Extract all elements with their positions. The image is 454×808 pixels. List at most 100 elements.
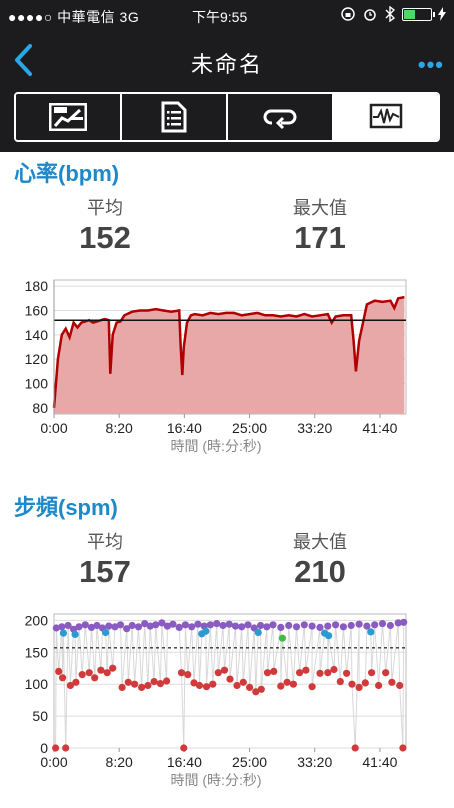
cadence-point-red — [180, 744, 188, 752]
cadence-point-purple — [277, 623, 285, 631]
cadence-point-red — [150, 678, 158, 686]
cadence-point-purple — [231, 622, 240, 630]
cadence-point-blue — [59, 629, 67, 637]
cadence-point-purple — [238, 623, 246, 631]
y-tick-label: 100 — [25, 376, 49, 392]
cadence-point-purple — [378, 620, 387, 628]
cadence-point-red — [270, 667, 278, 675]
cadence-point-purple — [105, 622, 113, 630]
cadence-point-red — [62, 744, 70, 752]
x-tick-label: 25:00 — [232, 754, 267, 770]
bluetooth-icon — [385, 6, 396, 22]
cadence-point-red — [396, 681, 404, 690]
cadence-point-red — [348, 680, 356, 688]
y-tick-label: 200 — [25, 612, 49, 628]
cadence-max: 最大值 210 — [275, 528, 365, 590]
cadence-point-red — [118, 683, 126, 691]
x-tick-label: 25:00 — [232, 420, 267, 436]
cadence-point-purple — [128, 621, 136, 630]
cadence-point-red — [97, 666, 105, 674]
heart-rate-chart: 80 100 120 140 160 180 0:00 8:20 16:40 25:00 33:20… — [0, 272, 454, 468]
cadence-point-red — [302, 666, 310, 674]
heart-rate-average-value: 152 — [79, 220, 131, 255]
cadence-point-red — [52, 744, 60, 752]
cadence-point-purple — [81, 621, 89, 629]
document-list-icon — [161, 101, 187, 133]
y-tick-label: 50 — [32, 708, 48, 724]
alarm-icon — [364, 9, 376, 21]
cadence-point-red — [109, 664, 117, 672]
tab-graphs[interactable] — [334, 94, 438, 140]
cadence-max-value: 210 — [294, 554, 346, 589]
cadence-point-purple — [152, 621, 160, 629]
cadence-point-red — [156, 680, 164, 688]
heart-rate-max: 最大值 171 — [275, 194, 365, 256]
cadence-point-red — [296, 669, 304, 677]
cadence-average-value: 157 — [79, 554, 131, 589]
view-tab-strip — [0, 90, 454, 152]
cadence-point-red — [78, 671, 86, 679]
heart-rate-chart-svg: 80 100 120 140 160 180 0:00 8:20 16:40 25:00 33:20… — [25, 278, 407, 454]
y-tick-label: 80 — [32, 400, 48, 416]
cadence-point-purple — [134, 623, 143, 631]
cadence-point-red — [246, 683, 254, 691]
x-tick-label: 16:40 — [167, 420, 202, 436]
cadence-point-red — [55, 667, 63, 675]
orientation-lock-icon — [341, 7, 355, 21]
navigation-bar: 未命名 ••• — [0, 32, 454, 90]
more-options-button[interactable]: ••• — [418, 52, 444, 78]
cadence-average-label: 平均 — [87, 532, 123, 552]
cadence-point-red — [91, 674, 99, 682]
cadence-point-purple — [219, 621, 227, 630]
y-tick-label: 100 — [25, 676, 49, 692]
graph-monitor-icon — [369, 103, 403, 129]
cadence-point-red — [233, 681, 241, 690]
cadence-point-purple — [269, 621, 277, 629]
cadence-point-green — [278, 634, 286, 642]
cadence-point-purple — [206, 621, 214, 629]
battery-icon — [402, 7, 435, 21]
cadence-point-red — [59, 674, 67, 682]
x-tick-label: 8:20 — [106, 754, 133, 770]
cadence-chart: 0 50 100 150 200 0:00 8:20 16:40 25:00 33:20 41:40… — [0, 608, 454, 808]
x-tick-label: 16:40 — [167, 754, 202, 770]
cadence-point-red — [226, 675, 234, 683]
charging-icon — [438, 7, 446, 21]
x-tick-label: 33:20 — [297, 754, 332, 770]
cadence-point-red — [177, 669, 186, 677]
cadence-section-title: 步頻(spm) — [14, 495, 118, 520]
x-tick-label: 0:00 — [40, 420, 67, 436]
tab-details[interactable] — [122, 94, 228, 140]
status-icons — [340, 6, 446, 22]
x-tick-label: 33:20 — [297, 420, 332, 436]
x-tick-label: 0:00 — [40, 754, 67, 770]
cadence-point-red — [263, 669, 272, 677]
cadence-point-red — [343, 669, 351, 677]
cadence-point-red — [85, 669, 93, 677]
cadence-point-red — [324, 669, 332, 677]
cadence-point-red — [336, 678, 344, 686]
cadence-point-purple — [300, 621, 308, 629]
cadence-point-purple — [339, 623, 347, 631]
status-time: 下午9:55 — [192, 9, 248, 25]
cadence-average: 平均 157 — [60, 528, 150, 590]
cadence-point-purple — [116, 621, 125, 629]
heart-rate-section-title: 心率(bpm) — [14, 161, 120, 186]
cadence-point-red — [316, 669, 324, 677]
cadence-point-purple — [292, 623, 301, 631]
cadence-point-purple — [386, 621, 394, 630]
tab-summary[interactable] — [16, 94, 122, 140]
cadence-point-purple — [244, 621, 252, 629]
heart-rate-max-label: 最大值 — [293, 198, 347, 218]
tab-laps[interactable] — [228, 94, 334, 140]
cadence-point-blue — [102, 628, 110, 637]
carrier-signal: ●●●●○ 中華電信 3G — [8, 9, 140, 25]
summary-chart-icon — [49, 103, 87, 131]
cadence-point-purple — [347, 621, 355, 630]
cadence-point-red — [138, 683, 146, 691]
x-axis-title: 時間 (時:分:秒) — [171, 438, 262, 454]
cadence-point-purple — [332, 621, 340, 629]
cadence-point-purple — [194, 620, 202, 628]
cadence-point-red — [283, 678, 291, 686]
cadence-point-purple — [355, 620, 363, 628]
